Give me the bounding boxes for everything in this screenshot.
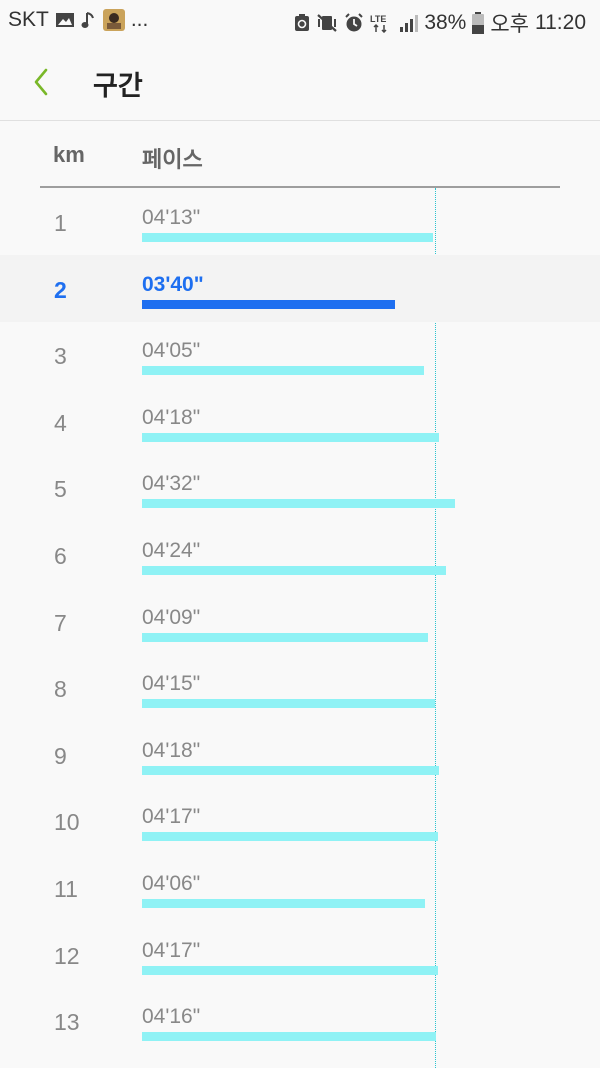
lte-icon: LTE	[370, 14, 387, 33]
vibrate-mute-icon	[317, 14, 338, 32]
pace-bar	[142, 632, 428, 642]
split-pace: 03'40"	[142, 272, 204, 296]
split-row[interactable]: 2 03'40"	[0, 254, 600, 322]
split-row[interactable]: 1 04'13"	[0, 188, 600, 255]
pace-bar	[142, 765, 439, 775]
chevron-left-icon	[34, 68, 48, 96]
split-km: 4	[54, 409, 67, 436]
split-km: 2	[54, 276, 67, 303]
pace-bar	[142, 699, 435, 709]
alarm-icon	[345, 13, 364, 32]
split-row[interactable]: 6 04'24"	[0, 521, 600, 588]
split-row[interactable]: 5 04'32"	[0, 454, 600, 521]
split-km: 8	[54, 676, 67, 703]
split-pace: 04'06"	[142, 872, 201, 895]
column-header-pace: 페이스	[142, 147, 203, 172]
pace-bar	[142, 832, 438, 842]
split-pace: 04'32"	[142, 472, 201, 496]
split-pace: 04'15"	[142, 672, 201, 696]
split-pace: 04'17"	[142, 938, 201, 962]
pace-bar	[142, 299, 395, 309]
app-bar: 구간	[0, 42, 600, 121]
split-row[interactable]: 8 04'15"	[0, 654, 600, 721]
battery-icon	[472, 12, 485, 34]
split-pace: 04'17"	[142, 805, 201, 829]
page-title: 구간	[93, 71, 143, 101]
more-notifications: ...	[130, 8, 149, 31]
svg-text:LTE: LTE	[370, 14, 386, 24]
table-header: km 페이스	[40, 138, 560, 188]
split-km: 13	[54, 1009, 80, 1036]
split-km: 9	[54, 742, 67, 769]
back-button[interactable]	[28, 62, 68, 102]
status-bar: SKT ... LTE 38% 오후 11:20	[0, 0, 600, 42]
battery-percent: 38%	[424, 11, 467, 34]
split-row[interactable]: 11 04'06"	[0, 854, 600, 921]
carrier-label: SKT	[8, 8, 49, 31]
split-row[interactable]: 4 04'18"	[0, 388, 600, 455]
split-km: 7	[54, 609, 67, 636]
sync-icon	[295, 14, 310, 31]
pace-bar	[142, 899, 425, 908]
split-pace: 04'13"	[142, 206, 201, 229]
pace-bar	[142, 233, 433, 242]
pace-bar	[142, 965, 438, 975]
signal-icon	[400, 15, 419, 32]
split-row[interactable]: 10 04'17"	[0, 787, 600, 854]
music-note-icon	[81, 12, 94, 28]
split-km: 5	[54, 476, 67, 503]
split-pace: 04'18"	[142, 738, 201, 762]
pace-bar	[142, 1032, 436, 1042]
split-pace: 04'18"	[142, 405, 201, 429]
pace-bar	[142, 366, 424, 376]
split-pace: 04'16"	[142, 1005, 201, 1029]
split-km: 10	[54, 809, 80, 836]
split-km: 11	[54, 876, 78, 902]
split-row[interactable]: 13 04'16"	[0, 987, 600, 1054]
split-row[interactable]: 7 04'09"	[0, 588, 600, 655]
split-row[interactable]: 12 04'17"	[0, 921, 600, 988]
split-row[interactable]: 3 04'05"	[0, 321, 600, 388]
pace-bar	[142, 432, 439, 442]
split-row[interactable]: 9 04'18"	[0, 721, 600, 788]
split-km: 1	[54, 210, 67, 236]
split-km: 12	[54, 942, 80, 969]
column-header-km: km	[53, 142, 85, 167]
split-km: 6	[54, 543, 67, 569]
split-km: 3	[54, 343, 67, 370]
app-thumbnail-icon	[102, 9, 125, 31]
pace-bar	[142, 499, 455, 509]
clock: 11:20	[535, 11, 586, 34]
split-pace: 04'24"	[142, 539, 201, 562]
pace-bar	[142, 566, 446, 575]
ampm-label: 오후	[490, 13, 529, 36]
split-pace: 04'09"	[142, 605, 201, 629]
image-icon	[55, 13, 74, 27]
split-pace: 04'05"	[142, 339, 201, 363]
